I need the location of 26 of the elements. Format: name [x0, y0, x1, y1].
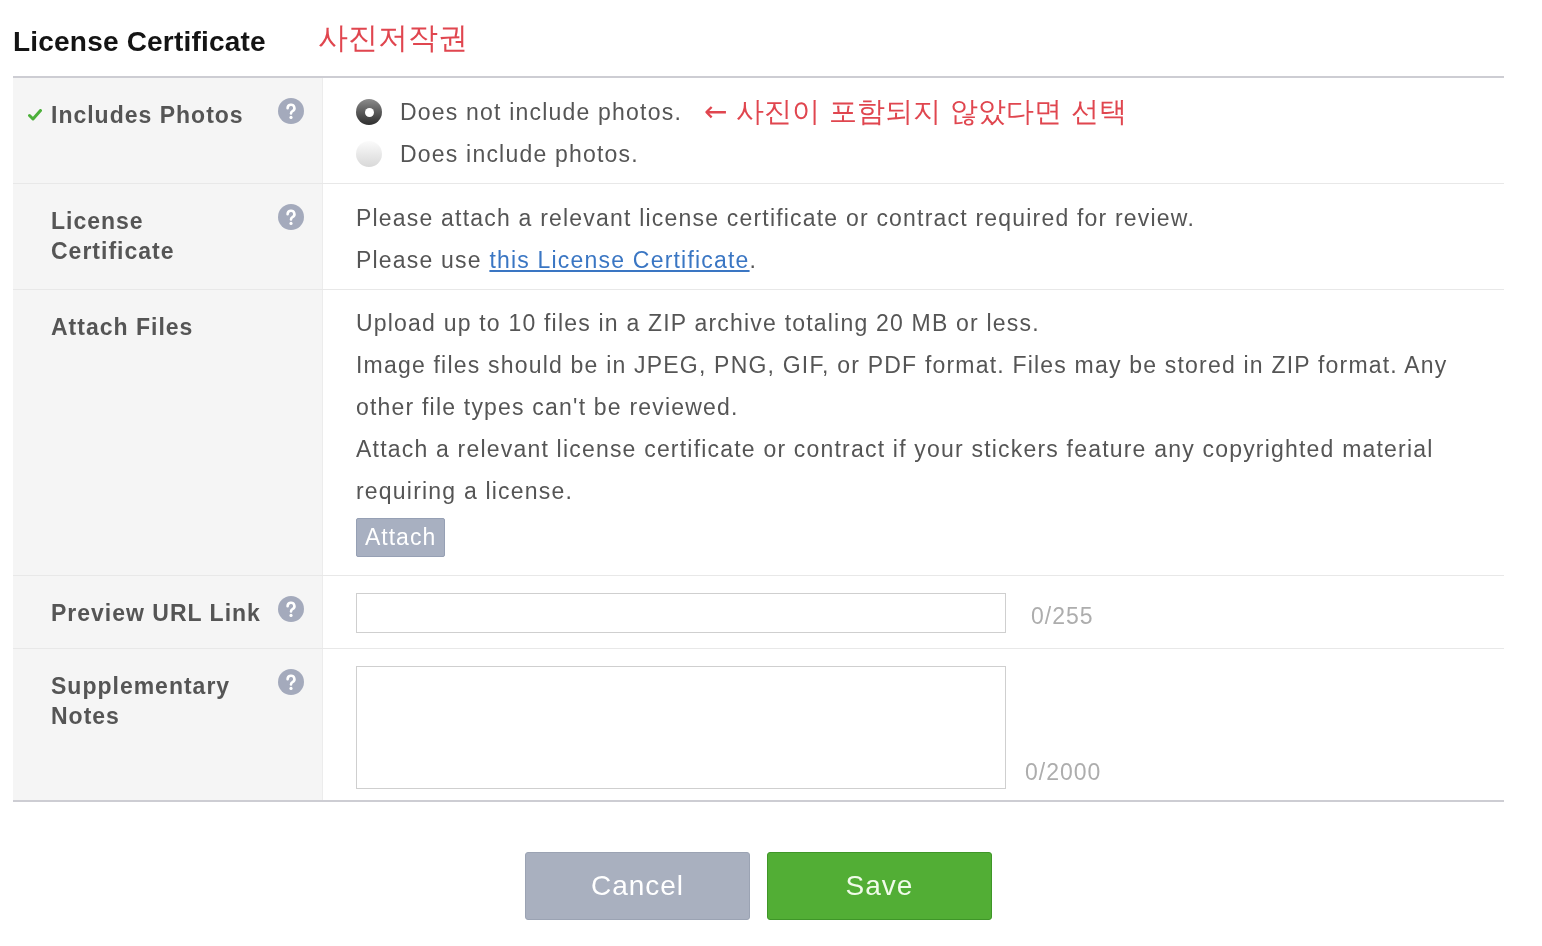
- license-certificate-link[interactable]: this License Certificate: [489, 247, 750, 273]
- option-label[interactable]: Does not include photos.: [400, 94, 682, 130]
- radio-button[interactable]: [356, 141, 382, 167]
- instruction-text: Please attach a relevant license certificate or contract required for review.: [356, 204, 1196, 233]
- character-counter: 0/2000: [1025, 759, 1102, 785]
- help-icon[interactable]: [278, 98, 304, 124]
- radio-button[interactable]: [356, 99, 382, 125]
- handwritten-annotation: 사진저작권: [317, 19, 468, 57]
- character-counter: 0/255: [1031, 603, 1094, 629]
- option-label[interactable]: Does include photos.: [400, 136, 639, 172]
- field-label: Preview URL Link: [51, 599, 262, 628]
- help-icon[interactable]: [278, 204, 304, 230]
- field-label: Attach Files: [51, 313, 195, 342]
- help-icon[interactable]: [278, 669, 304, 695]
- instruction-text: Image files should be in JPEG, PNG, GIF, or PDF format. Files may be stored in ZIP format. Any other file types can't be reviewed.: [356, 351, 1449, 422]
- instruction-text: Upload up to 10 files in a ZIP archive totaling 20 MB or less.: [356, 309, 1041, 338]
- instruction-text: Attach a relevant license certificate or contract if your stickers feature any copyrighted material requiring a license.: [356, 435, 1435, 506]
- handwritten-annotation: ← 사진이 포함되지 않았다면 선택: [703, 94, 1128, 130]
- field-label: Includes Photos: [51, 101, 245, 130]
- field-label: Supplementary Notes: [51, 672, 232, 731]
- instruction-text: Please use this License Certificate.: [356, 246, 759, 275]
- save-button[interactable]: Save: [767, 852, 992, 920]
- page-title: License Certificate: [13, 25, 266, 59]
- url-input-field[interactable]: [356, 593, 1006, 633]
- field-label: License Certificate: [51, 207, 176, 266]
- help-icon[interactable]: [278, 596, 304, 622]
